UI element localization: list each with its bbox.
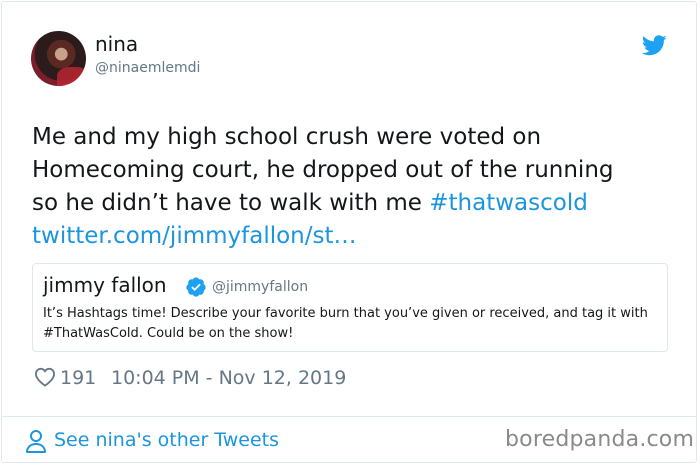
- hashtag-link[interactable]: #thatwascold: [429, 190, 588, 216]
- tweet-media-link[interactable]: twitter.com/jimmyfallon/st…: [32, 223, 357, 249]
- quoted-author-handle: @jimmyfallon: [212, 279, 309, 295]
- author-name[interactable]: nina: [95, 32, 138, 56]
- quoted-author-name: jimmy fallon: [43, 273, 167, 297]
- author-handle[interactable]: @ninaemlemdi: [95, 60, 200, 76]
- quoted-tweet[interactable]: jimmy fallon @jimmyfallon It’s Hashtags …: [32, 263, 668, 352]
- tweet-timestamp[interactable]: 10:04 PM - Nov 12, 2019: [111, 367, 346, 389]
- quoted-text: It’s Hashtags time! Describe your favori…: [43, 306, 648, 341]
- heart-icon[interactable]: [34, 367, 56, 387]
- person-icon[interactable]: [25, 429, 47, 453]
- like-count: 191: [60, 367, 97, 389]
- twitter-bird-icon[interactable]: [642, 35, 667, 56]
- see-other-tweets-link[interactable]: See nina's other Tweets: [54, 429, 279, 451]
- footer-divider: [1, 416, 697, 417]
- avatar[interactable]: [31, 31, 86, 86]
- boredpanda-watermark: boredpanda.com: [505, 427, 695, 452]
- verified-badge-icon: [186, 277, 206, 297]
- tweet-text: Me and my high school crush were voted o…: [32, 121, 672, 253]
